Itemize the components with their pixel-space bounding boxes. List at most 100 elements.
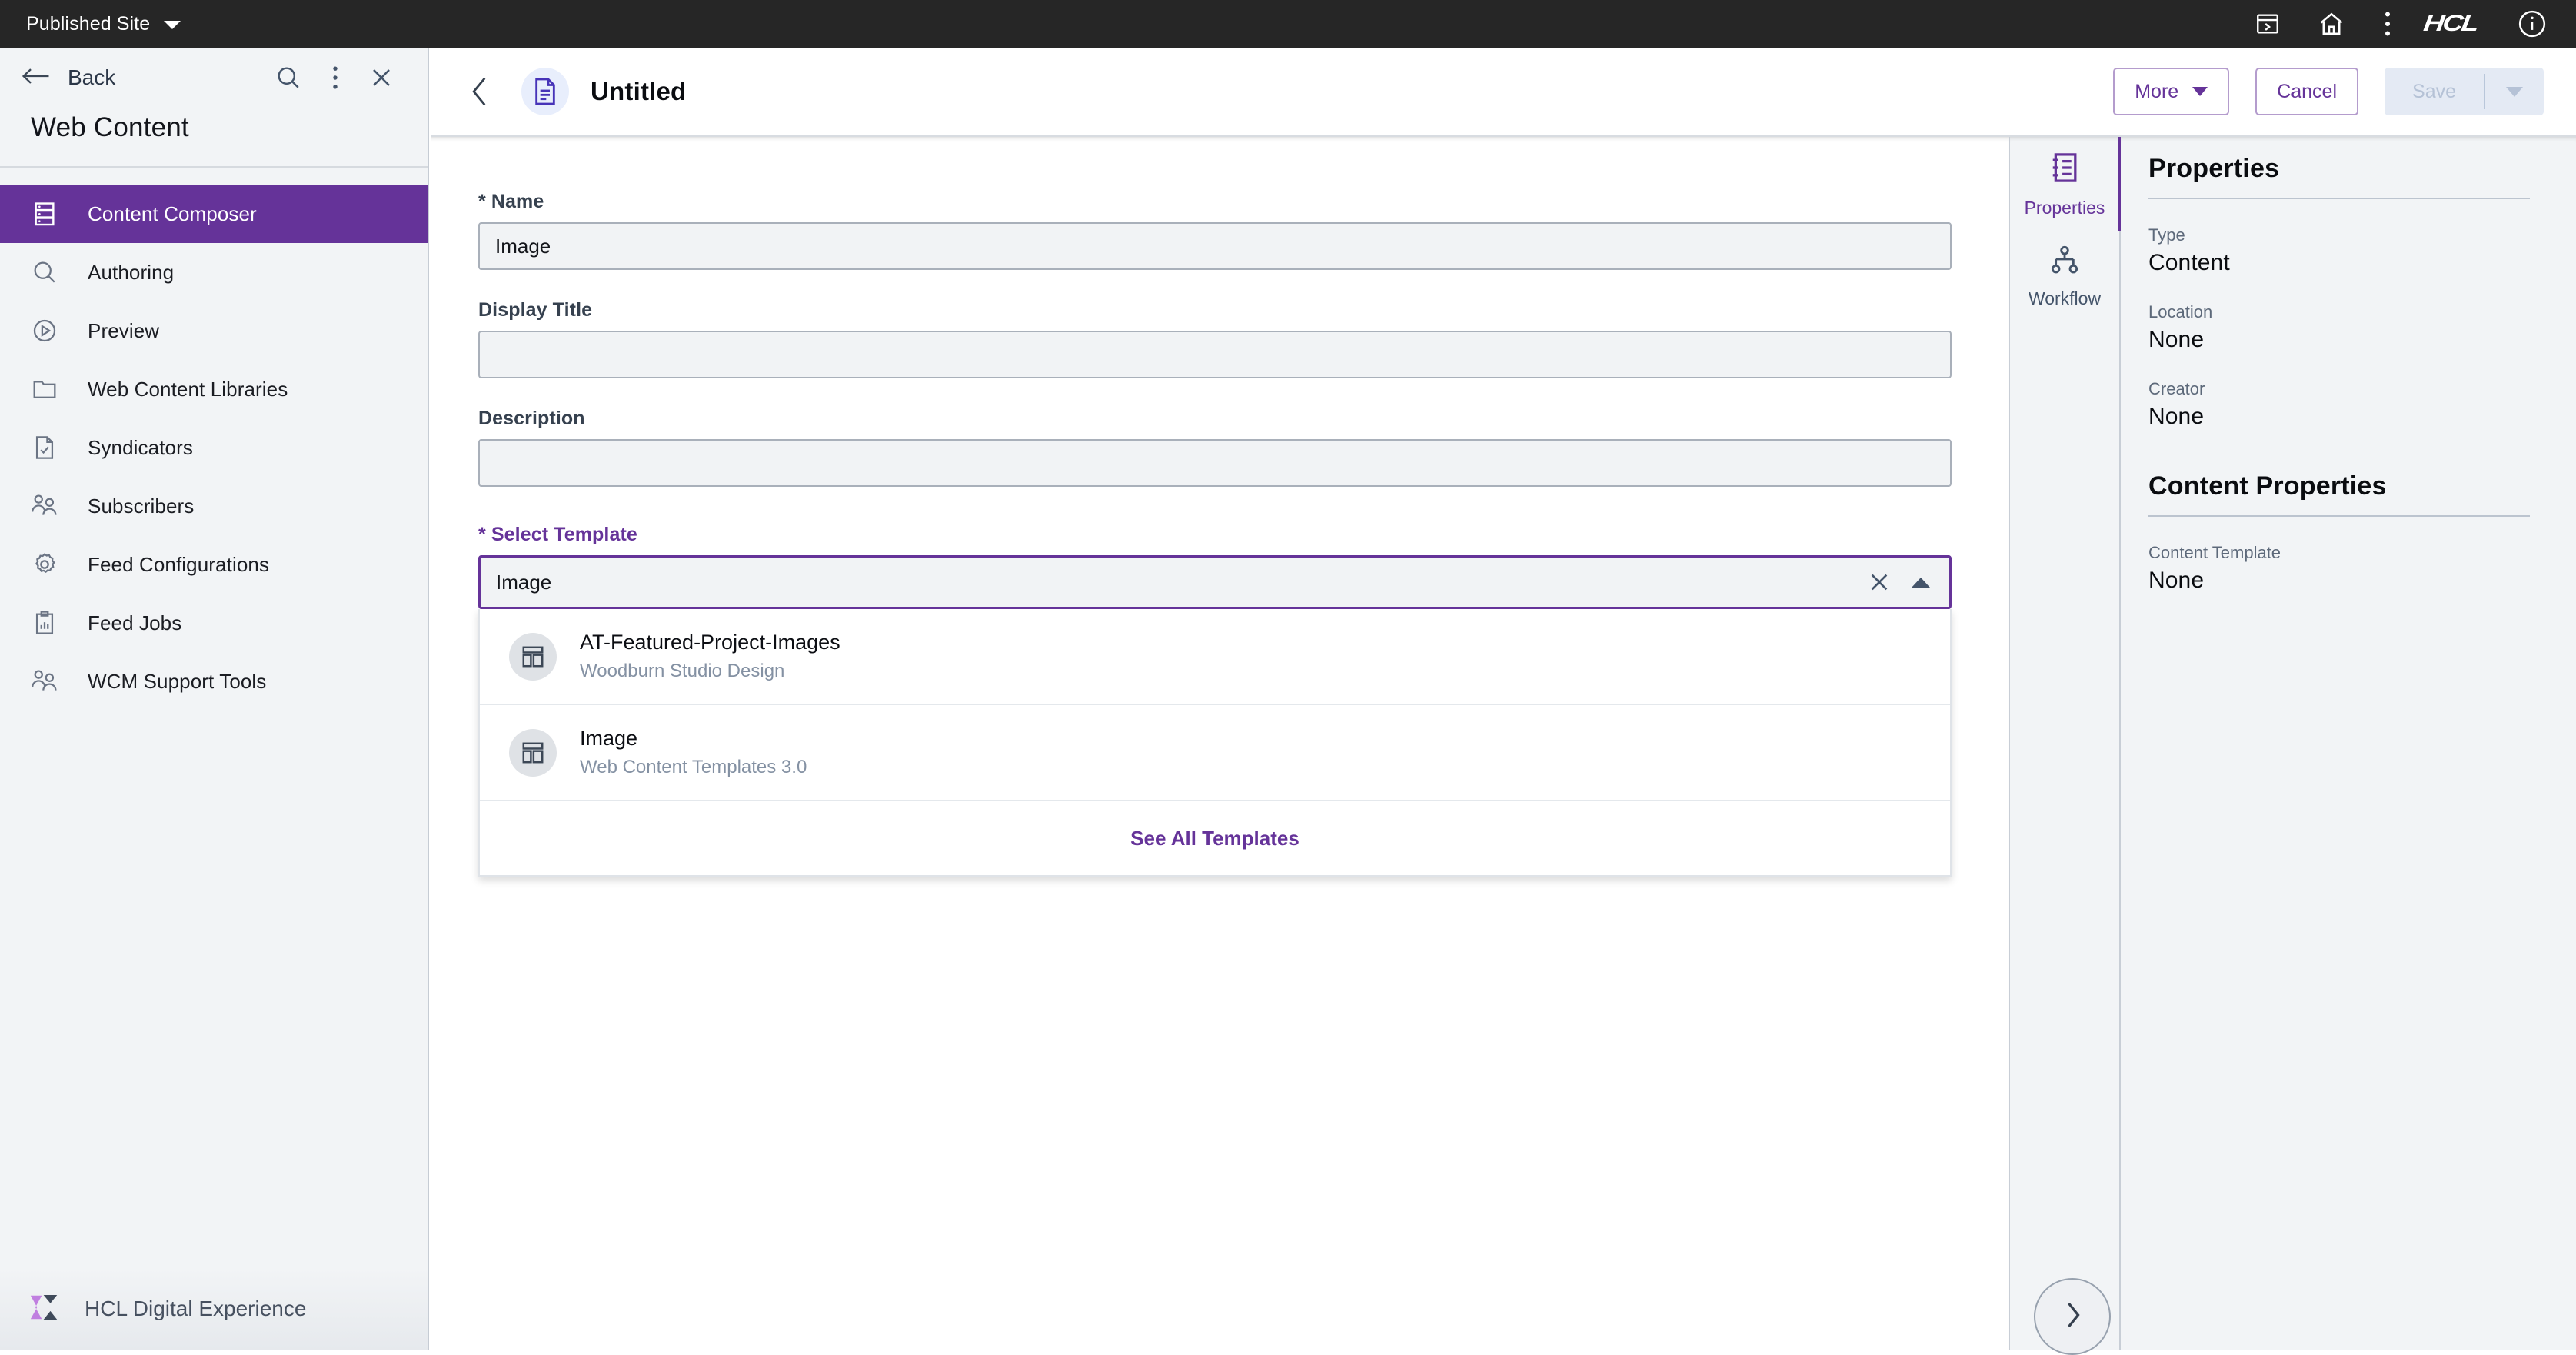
close-icon[interactable] (369, 65, 394, 90)
document-icon (521, 68, 569, 115)
sidebar-item-label: Preview (88, 318, 160, 342)
tab-workflow[interactable]: Workflow (2010, 231, 2119, 321)
sidebar-item-authoring[interactable]: Authoring (0, 243, 428, 301)
layout-template-icon (509, 728, 557, 777)
gear-icon (31, 551, 58, 578)
property-key: Content Template (2148, 543, 2281, 562)
search-icon (31, 259, 58, 285)
chevron-down-icon (164, 21, 181, 29)
description-input[interactable] (478, 439, 1952, 487)
chevron-left-icon[interactable] (469, 75, 491, 108)
more-button-label: More (2135, 80, 2179, 102)
list-item-subtitle: Woodburn Studio Design (580, 661, 785, 681)
info-icon[interactable] (2518, 9, 2547, 38)
list-item[interactable]: AT-Featured-Project-Images Woodburn Stud… (480, 609, 1950, 705)
chevron-up-icon[interactable] (1912, 577, 1930, 588)
sidebar-item-content-composer[interactable]: Content Composer (0, 185, 428, 243)
properties-panel: Properties Type Content Location None Cr… (2121, 137, 2576, 1350)
content-form: * Name Display Title Description * Selec… (431, 137, 2009, 1350)
clipboard-chart-icon (31, 610, 58, 636)
next-step-button[interactable] (2034, 1278, 2111, 1355)
property-value: Content (2148, 250, 2230, 275)
server-rack-icon (31, 201, 58, 227)
home-icon[interactable] (2318, 10, 2345, 38)
sidebar-footer-label: HCL Digital Experience (85, 1297, 307, 1320)
sidebar: Back Web Content Content Composer Author… (0, 48, 429, 1350)
search-icon[interactable] (275, 65, 301, 91)
site-selector[interactable]: Published Site (0, 0, 181, 48)
required-asterisk: * (478, 524, 491, 545)
see-all-templates-label: See All Templates (1130, 826, 1300, 850)
list-item-text: Image Web Content Templates 3.0 (580, 727, 807, 778)
display-title-input[interactable] (478, 331, 1952, 378)
see-all-templates-button[interactable]: See All Templates (480, 801, 1950, 875)
clear-icon[interactable] (1867, 570, 1892, 594)
property-key: Type (2148, 225, 2185, 245)
workflow-tree-icon (2049, 245, 2080, 279)
hcl-dx-logo-icon (28, 1290, 68, 1328)
select-template-field-label: * Select Template (478, 524, 637, 545)
save-button: Save (2412, 80, 2456, 102)
list-item-title: Image (580, 727, 638, 750)
list-item[interactable]: Image Web Content Templates 3.0 (480, 705, 1950, 801)
hcl-logo: HCL (2422, 11, 2479, 36)
sidebar-nav: Content Composer Authoring Preview Web C… (0, 168, 428, 711)
sidebar-item-label: Feed Jobs (88, 611, 182, 634)
select-template-combobox (478, 555, 1952, 609)
sidebar-item-label: Web Content Libraries (88, 377, 288, 401)
combobox-controls (1867, 570, 1942, 594)
overflow-menu-icon[interactable] (331, 65, 340, 90)
tab-properties[interactable]: Properties (2010, 137, 2121, 231)
name-field-label: * Name (478, 191, 544, 212)
chevron-down-icon (2506, 86, 2523, 97)
property-row-location: Location None (2148, 302, 2530, 353)
sidebar-item-label: Subscribers (88, 494, 195, 518)
sidebar-item-web-content-libraries[interactable]: Web Content Libraries (0, 360, 428, 418)
cancel-button-label: Cancel (2277, 80, 2338, 102)
display-title-field-group: Display Title (478, 299, 1952, 378)
property-row-content-template: Content Template None (2148, 543, 2530, 594)
required-asterisk: * (478, 191, 491, 212)
play-circle-icon (31, 318, 58, 344)
sidebar-item-subscribers[interactable]: Subscribers (0, 477, 428, 535)
select-template-input[interactable] (478, 555, 1952, 609)
sidebar-item-label: Syndicators (88, 435, 193, 459)
save-dropdown-button (2485, 86, 2544, 97)
panel-chevron-icon[interactable] (2255, 11, 2281, 37)
sidebar-item-preview[interactable]: Preview (0, 301, 428, 360)
list-item-text: AT-Featured-Project-Images Woodburn Stud… (580, 631, 840, 682)
sidebar-title: Web Content (31, 112, 189, 142)
sidebar-item-wcm-support-tools[interactable]: WCM Support Tools (0, 652, 428, 711)
arrow-left-icon (22, 65, 51, 91)
layout-template-icon (509, 632, 557, 681)
cancel-button[interactable]: Cancel (2255, 68, 2359, 115)
list-item-subtitle: Web Content Templates 3.0 (580, 757, 807, 777)
chevron-right-icon (2062, 1299, 2083, 1335)
site-selector-label: Published Site (26, 12, 151, 35)
display-title-field-label: Display Title (478, 299, 593, 321)
name-input[interactable] (478, 222, 1952, 270)
back-button[interactable]: Back (22, 65, 115, 91)
sidebar-footer: HCL Digital Experience (0, 1267, 428, 1350)
properties-section-title: Properties (2148, 154, 2280, 183)
property-row-creator: Creator None (2148, 379, 2530, 430)
document-check-icon (31, 434, 58, 461)
tab-workflow-label: Workflow (2028, 288, 2102, 308)
property-value: None (2148, 327, 2205, 352)
property-key: Creator (2148, 379, 2205, 398)
select-template-field-group: * Select Template Image AT-Featured-Proj… (478, 524, 1952, 877)
save-button-group: Save (2385, 68, 2544, 115)
properties-list-icon (2049, 151, 2080, 188)
sidebar-item-feed-jobs[interactable]: Feed Jobs (0, 594, 428, 652)
sidebar-item-syndicators[interactable]: Syndicators (0, 418, 428, 477)
tab-properties-label: Properties (2024, 198, 2105, 218)
list-item-title: AT-Featured-Project-Images (580, 631, 840, 654)
overflow-menu-icon[interactable] (2382, 11, 2393, 37)
sidebar-item-feed-configurations[interactable]: Feed Configurations (0, 535, 428, 594)
description-field-label: Description (478, 408, 585, 429)
sidebar-header: Back (0, 48, 428, 108)
more-button[interactable]: More (2113, 68, 2230, 115)
folder-icon (31, 377, 58, 401)
property-value: None (2148, 404, 2205, 429)
property-row-type: Type Content (2148, 225, 2530, 276)
